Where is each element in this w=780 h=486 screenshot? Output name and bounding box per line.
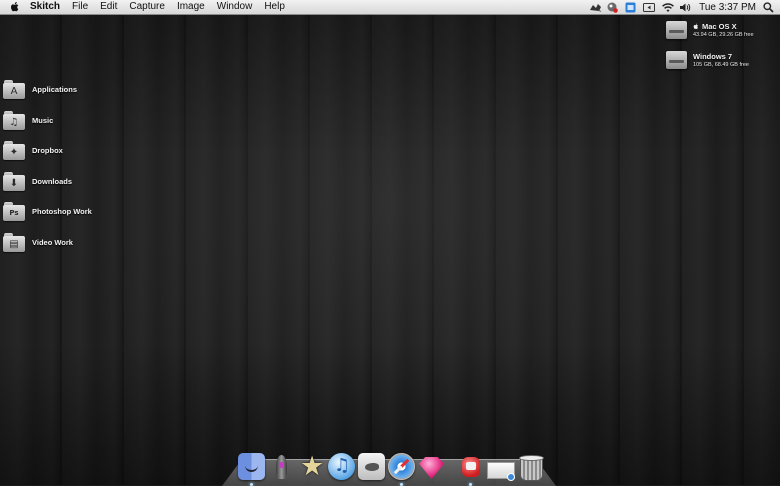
disk-windows-7[interactable]: Windows 7 105 GB, 68.49 GB free [666,49,749,70]
growl-icon[interactable] [607,2,618,13]
wifi-icon[interactable] [661,2,674,13]
menu-file[interactable]: File [66,0,94,14]
hard-drive-icon [666,49,687,70]
menu-extras: Tue 3:37 PM [589,0,774,14]
dock [238,450,544,486]
app-icon[interactable] [457,453,484,486]
documents-icon[interactable] [487,453,515,481]
skitch-icon[interactable] [589,2,602,13]
menu-help[interactable]: Help [258,0,291,14]
applications-folder-icon: A [3,79,25,99]
desktop-item-music[interactable]: ♫ Music [3,108,53,132]
desktop-wallpaper [0,15,780,485]
desktop-item-applications[interactable]: A Applications [3,77,77,101]
menu-clock[interactable]: Tue 3:37 PM [699,2,756,13]
desktop-item-video-work[interactable]: ▤ Video Work [3,230,73,254]
gem-icon[interactable] [418,453,445,480]
desktop-item-label: Applications [32,84,78,94]
disk-mac-os-x[interactable]: Mac OS X 43.94 GB, 29.26 GB free [666,19,754,40]
photoshop-folder-icon: Ps [3,201,25,221]
menu-window[interactable]: Window [211,0,259,14]
dropbox-icon[interactable] [625,2,636,13]
apple-logo-icon [693,23,698,30]
disk-info: 105 GB, 68.49 GB free [693,62,749,68]
menu-edit[interactable]: Edit [94,0,123,14]
desktop-item-label: Downloads [32,176,73,186]
app-menu[interactable]: Skitch [28,0,66,14]
desktop-item-label: Dropbox [32,145,63,155]
dropbox-folder-icon: ✦ [3,140,25,160]
downloads-folder-icon: ⬇ [3,171,25,191]
trash-icon[interactable] [517,453,544,481]
menu-bar: Skitch File Edit Capture Image Window He… [0,0,780,15]
disk-name: Mac OS X [702,22,737,31]
video-folder-icon: ▤ [3,232,25,252]
disk-name: Windows 7 [693,52,733,61]
imovie-icon[interactable] [298,451,325,482]
itunes-icon[interactable] [328,453,355,480]
music-folder-icon: ♫ [3,110,25,130]
desktop-item-label: Photoshop Work [32,206,92,216]
display-icon[interactable] [643,2,656,13]
desktop-item-photoshop-work[interactable]: Ps Photoshop Work [3,199,92,223]
desktop-item-label: Music [32,115,54,125]
search-icon[interactable] [763,1,774,13]
menu-image[interactable]: Image [171,0,211,14]
hard-drive-icon [666,19,687,40]
disk-info: 43.94 GB, 29.26 GB free [693,32,754,38]
desktop-item-label: Video Work [32,237,73,247]
desktop-item-downloads[interactable]: ⬇ Downloads [3,169,72,193]
twitter-icon[interactable] [358,453,385,480]
safari-icon[interactable] [388,453,415,486]
desktop-item-dropbox[interactable]: ✦ Dropbox [3,138,63,162]
apple-menu-icon[interactable] [10,1,20,13]
menu-capture[interactable]: Capture [123,0,171,14]
finder-icon[interactable] [238,453,265,486]
volume-icon[interactable] [679,2,691,13]
rocket-icon[interactable] [268,453,295,480]
